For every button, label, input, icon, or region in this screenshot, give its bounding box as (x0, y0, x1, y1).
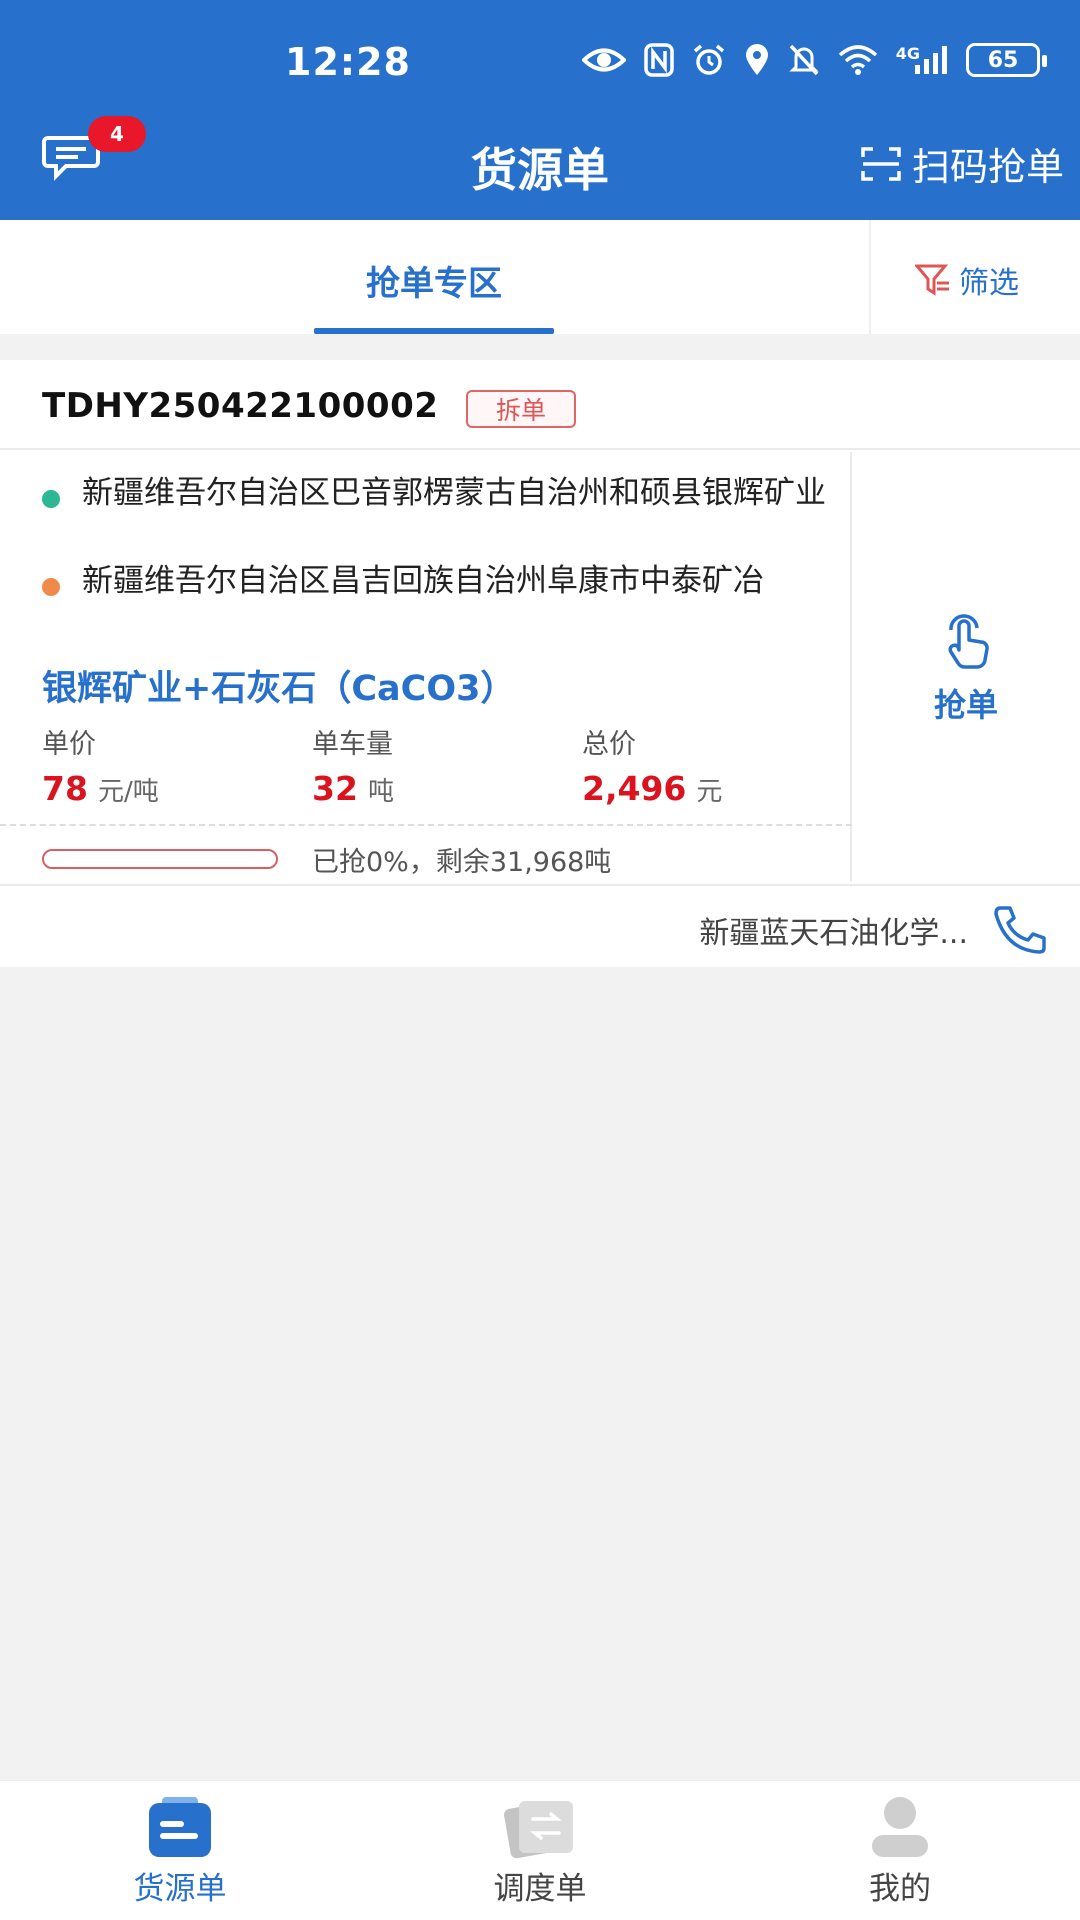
order-card-body: 新疆维吾尔自治区巴音郭楞蒙古自治州和硕县银辉矿业 新疆维吾尔自治区昌吉回族自治州… (0, 452, 852, 882)
origin-dot-icon (42, 490, 60, 508)
total-price-unit: 元 (696, 777, 723, 807)
truck-qty-value: 32 (312, 769, 358, 808)
bottom-nav-dispatch-orders[interactable]: 调度单 (440, 1795, 640, 1908)
total-price-stat: 总价 2,496 元 (582, 722, 722, 808)
tab-grab-zone[interactable]: 抢单专区 (314, 256, 554, 305)
user-icon (872, 1797, 928, 1857)
filter-icon (915, 264, 949, 296)
filter-button[interactable]: 筛选 (915, 258, 1019, 302)
dispatch-icon (504, 1801, 573, 1859)
grab-order-button[interactable]: 抢单 (852, 452, 1080, 882)
bottom-nav: 货源单 调度单 我的 (0, 1780, 1080, 1920)
bottom-nav-profile-label: 我的 (869, 1871, 931, 1907)
price-stats: 单价 78 元/吨 单车量 32 吨 总价 2,496 元 (42, 722, 842, 812)
tab-bar: 抢单专区 筛选 (0, 220, 1080, 334)
nfc-icon (643, 42, 674, 78)
bottom-nav-profile[interactable]: 我的 (800, 1795, 1000, 1908)
status-bar: 12:28 4G 65 (0, 0, 1080, 110)
split-order-badge: 拆单 (466, 390, 576, 428)
total-price-label: 总价 (582, 729, 636, 760)
scan-icon (861, 146, 901, 181)
order-number: TDHY250422100002 (42, 386, 439, 426)
origin-address: 新疆维吾尔自治区巴音郭楞蒙古自治州和硕县银辉矿业 (82, 475, 826, 511)
progress-text: 已抢0%，剩余31,968吨 (312, 847, 612, 878)
tab-indicator (314, 328, 554, 334)
total-price-value: 2,496 (582, 769, 687, 808)
truck-qty-stat: 单车量 32 吨 (312, 722, 394, 808)
app-header: 12:28 4G 65 4 货源单 扫码抢单 (0, 0, 1080, 220)
nav-bar: 4 货源单 扫码抢单 (0, 110, 1080, 220)
goods-name: 银辉矿业+石灰石（CaCO3） (42, 669, 516, 709)
status-icons: 4G 65 (581, 42, 1047, 78)
shipper-company: 新疆蓝天石油化学... (699, 916, 968, 951)
destination-dot-icon (42, 578, 60, 596)
destination-address: 新疆维吾尔自治区昌吉回族自治州阜康市中泰矿冶 (82, 563, 764, 599)
bottom-nav-cargo-orders-label: 货源单 (133, 1871, 227, 1907)
eye-icon (581, 42, 626, 78)
battery-icon: 65 (966, 42, 1047, 78)
grab-order-label: 抢单 (933, 686, 998, 724)
scan-grab-label: 扫码抢单 (911, 145, 1064, 189)
mute-icon (788, 42, 820, 78)
message-badge: 4 (88, 116, 146, 152)
status-time: 12:28 (285, 40, 411, 84)
order-card-header: TDHY250422100002 拆单 (0, 360, 1080, 450)
truck-qty-unit: 吨 (367, 777, 394, 807)
wifi-icon (838, 42, 878, 78)
truck-qty-label: 单车量 (312, 729, 393, 760)
cargo-list-icon (149, 1797, 211, 1857)
alarm-icon (692, 42, 726, 78)
unit-price-value: 78 (42, 769, 88, 808)
tap-hand-icon (948, 614, 989, 669)
progress-bar (42, 849, 278, 869)
phone-call-button[interactable] (992, 904, 1050, 958)
phone-icon (994, 906, 1046, 954)
bottom-nav-dispatch-orders-label: 调度单 (493, 1871, 587, 1907)
filter-label: 筛选 (959, 266, 1019, 301)
tab-divider (869, 220, 871, 334)
bottom-nav-cargo-orders[interactable]: 货源单 (80, 1795, 280, 1908)
scan-grab-button[interactable]: 扫码抢单 (860, 136, 1064, 191)
dashed-divider (0, 824, 852, 826)
location-icon (744, 42, 770, 78)
signal-icon: 4G (896, 42, 948, 78)
grab-progress: 已抢0%，剩余31,968吨 (42, 837, 842, 881)
unit-price-unit: 元/吨 (97, 777, 159, 807)
order-card-footer: 新疆蓝天石油化学... (0, 884, 1080, 967)
order-card[interactable]: TDHY250422100002 拆单 新疆维吾尔自治区巴音郭楞蒙古自治州和硕县… (0, 360, 1080, 967)
unit-price-stat: 单价 78 元/吨 (42, 722, 159, 808)
unit-price-label: 单价 (42, 729, 96, 760)
